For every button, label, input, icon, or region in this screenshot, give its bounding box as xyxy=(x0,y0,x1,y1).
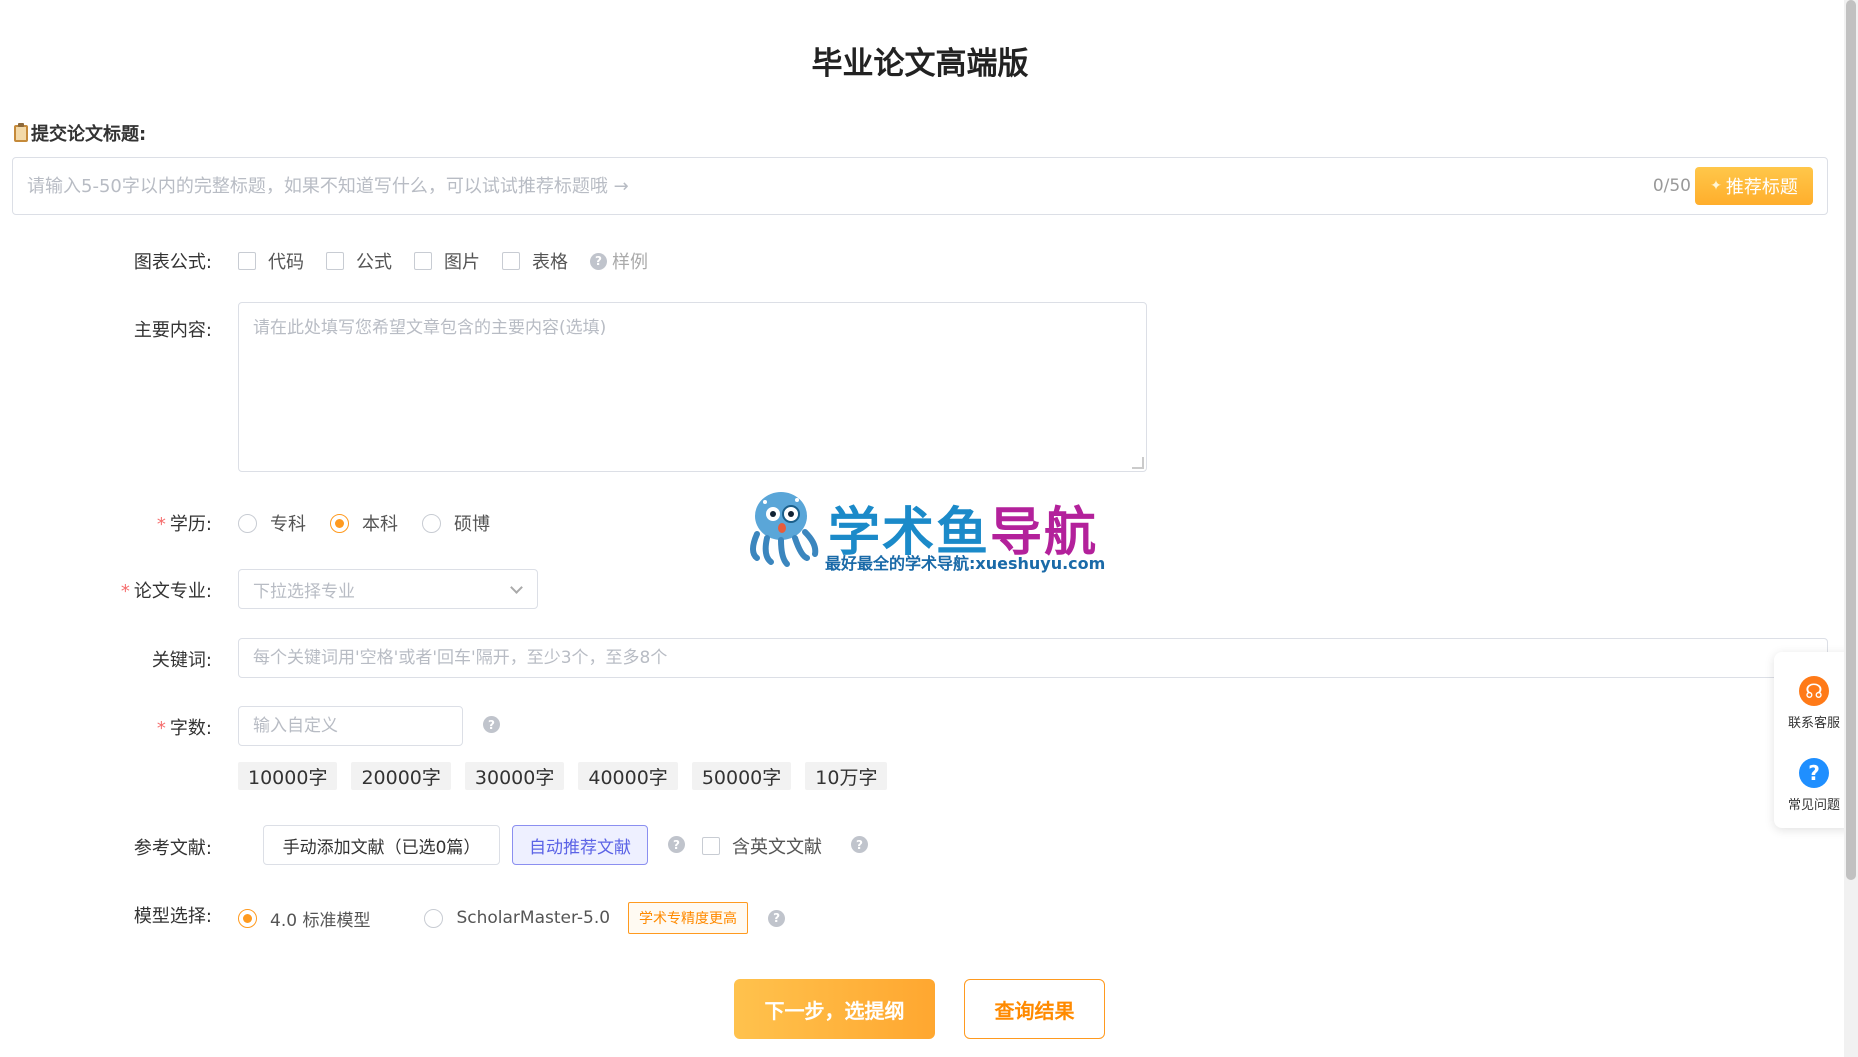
standard-model-radio[interactable] xyxy=(238,908,257,928)
scholarmaster-label: ScholarMaster-5.0 xyxy=(456,908,611,928)
model-option-standard[interactable]: 4.0 标准模型 xyxy=(238,906,370,931)
page-title: 毕业论文高端版 xyxy=(811,46,1029,82)
required-mark: * xyxy=(156,718,166,739)
major-select[interactable]: 下拉选择专业 xyxy=(238,569,538,609)
code-checkbox[interactable] xyxy=(238,252,256,270)
title-section-label: 提交论文标题: xyxy=(14,120,146,146)
graduate-radio[interactable] xyxy=(422,513,441,533)
wordcount-input[interactable] xyxy=(238,706,463,746)
content-label: 主要内容: xyxy=(133,320,212,341)
contact-service-button[interactable]: ☊ 联系客服 xyxy=(1774,676,1854,731)
references-label: 参考文献: xyxy=(133,838,212,859)
floating-side-panel: ☊ 联系客服 ? 常见问题 xyxy=(1774,652,1854,828)
image-checkbox[interactable] xyxy=(414,252,432,270)
title-char-count: 0/50 xyxy=(1652,176,1691,196)
next-step-button[interactable]: 下一步，选提纲 xyxy=(734,979,935,1039)
education-option-graduate[interactable]: 硕博 xyxy=(422,510,490,536)
main-content-textarea[interactable] xyxy=(238,302,1147,472)
junior-label: 专科 xyxy=(270,514,306,535)
charts-option-formula[interactable]: 公式 xyxy=(326,248,392,274)
recommend-title-label: 推荐标题 xyxy=(1725,177,1798,198)
wordcount-presets: 10000字 20000字 30000字 40000字 50000字 10万字 xyxy=(238,762,888,790)
charts-option-image[interactable]: 图片 xyxy=(414,248,480,274)
title-input[interactable] xyxy=(27,158,1627,214)
formula-label: 公式 xyxy=(356,252,392,273)
code-label: 代码 xyxy=(268,252,304,273)
recommend-title-button[interactable]: ✦ 推荐标题 xyxy=(1695,167,1813,205)
formula-checkbox[interactable] xyxy=(326,252,344,270)
title-label-text: 提交论文标题: xyxy=(31,124,147,145)
query-result-button[interactable]: 查询结果 xyxy=(964,979,1105,1039)
major-label-text: 论文专业: xyxy=(133,581,212,602)
wordcount-label-text: 字数: xyxy=(169,718,212,739)
wordcount-label: * 字数: xyxy=(0,714,212,740)
contact-service-label: 联系客服 xyxy=(1787,716,1840,731)
charts-checkbox-group: 代码 公式 图片 表格 ? 样例 xyxy=(238,248,648,274)
image-label: 图片 xyxy=(444,252,480,273)
english-reference-label: 含英文文献 xyxy=(732,837,822,858)
faq-button[interactable]: ? 常见问题 xyxy=(1774,758,1854,813)
education-label-text: 学历: xyxy=(169,514,212,535)
auto-recommend-reference-button[interactable]: 自动推荐文献 xyxy=(512,825,648,865)
major-select-placeholder: 下拉选择专业 xyxy=(253,581,355,602)
sparkle-icon: ✦ xyxy=(1710,178,1722,194)
wordcount-chip-100000[interactable]: 10万字 xyxy=(805,762,888,790)
education-label: * 学历: xyxy=(0,510,212,536)
model-precision-badge: 学术专精度更高 xyxy=(628,902,749,934)
faq-label: 常见问题 xyxy=(1787,798,1840,813)
clipboard-icon xyxy=(14,122,28,142)
english-reference-help-icon[interactable]: ? xyxy=(851,836,868,853)
graduate-label: 硕博 xyxy=(454,514,490,535)
charts-option-table[interactable]: 表格 xyxy=(502,248,568,274)
bachelor-label: 本科 xyxy=(362,514,398,535)
octopus-logo-icon xyxy=(750,492,819,567)
table-checkbox[interactable] xyxy=(502,252,520,270)
wordcount-chip-20000[interactable]: 20000字 xyxy=(351,762,451,790)
english-reference-option[interactable]: 含英文文献 xyxy=(702,833,822,859)
required-mark: * xyxy=(156,514,166,535)
resize-handle-icon[interactable] xyxy=(1132,457,1144,469)
references-help-icon[interactable]: ? xyxy=(668,836,685,853)
charts-option-code[interactable]: 代码 xyxy=(238,248,304,274)
chevron-down-icon xyxy=(510,581,523,594)
table-label: 表格 xyxy=(532,252,568,273)
education-option-junior[interactable]: 专科 xyxy=(238,510,306,536)
model-option-scholarmaster[interactable]: ScholarMaster-5.0 xyxy=(424,908,610,928)
scrollbar-track[interactable] xyxy=(1844,0,1858,1057)
major-label: * 论文专业: xyxy=(0,577,212,603)
question-icon: ? xyxy=(1799,758,1829,788)
keywords-label: 关键词: xyxy=(151,650,212,671)
keywords-input[interactable] xyxy=(238,638,1828,678)
sample-link-label: 样例 xyxy=(612,252,648,273)
wordcount-help-icon[interactable]: ? xyxy=(483,716,500,733)
model-label: 模型选择: xyxy=(133,906,212,927)
scrollbar-thumb[interactable] xyxy=(1846,0,1856,880)
bachelor-radio[interactable] xyxy=(330,513,349,533)
education-option-bachelor[interactable]: 本科 xyxy=(330,510,398,536)
model-radio-group: 4.0 标准模型 ScholarMaster-5.0 学术专精度更高 ? xyxy=(238,902,786,934)
standard-model-label: 4.0 标准模型 xyxy=(270,910,371,931)
scholarmaster-radio[interactable] xyxy=(424,908,444,928)
headset-icon: ☊ xyxy=(1799,676,1829,706)
wordcount-chip-30000[interactable]: 30000字 xyxy=(464,762,565,790)
manual-add-reference-button[interactable]: 手动添加文献（已选0篇） xyxy=(263,825,500,865)
title-input-box: 0/50 ✦ 推荐标题 xyxy=(12,157,1828,215)
charts-label: 图表公式: xyxy=(133,252,212,273)
model-help-icon[interactable]: ? xyxy=(768,909,786,927)
help-icon: ? xyxy=(590,252,607,270)
wordcount-chip-40000[interactable]: 40000字 xyxy=(578,762,678,790)
watermark-subtitle: 最好最全的学术导航:xueshuyu.com xyxy=(825,554,1106,573)
english-reference-checkbox[interactable] xyxy=(702,837,720,855)
wordcount-chip-10000[interactable]: 10000字 xyxy=(238,762,338,790)
education-radio-group: 专科 本科 硕博 xyxy=(238,510,514,536)
wordcount-chip-50000[interactable]: 50000字 xyxy=(691,762,792,790)
site-watermark: 学术鱼导航 最好最全的学术导航:xueshuyu.com xyxy=(743,486,1123,576)
junior-radio[interactable] xyxy=(238,513,257,533)
sample-link[interactable]: ? 样例 xyxy=(590,248,648,274)
required-mark: * xyxy=(120,581,130,602)
